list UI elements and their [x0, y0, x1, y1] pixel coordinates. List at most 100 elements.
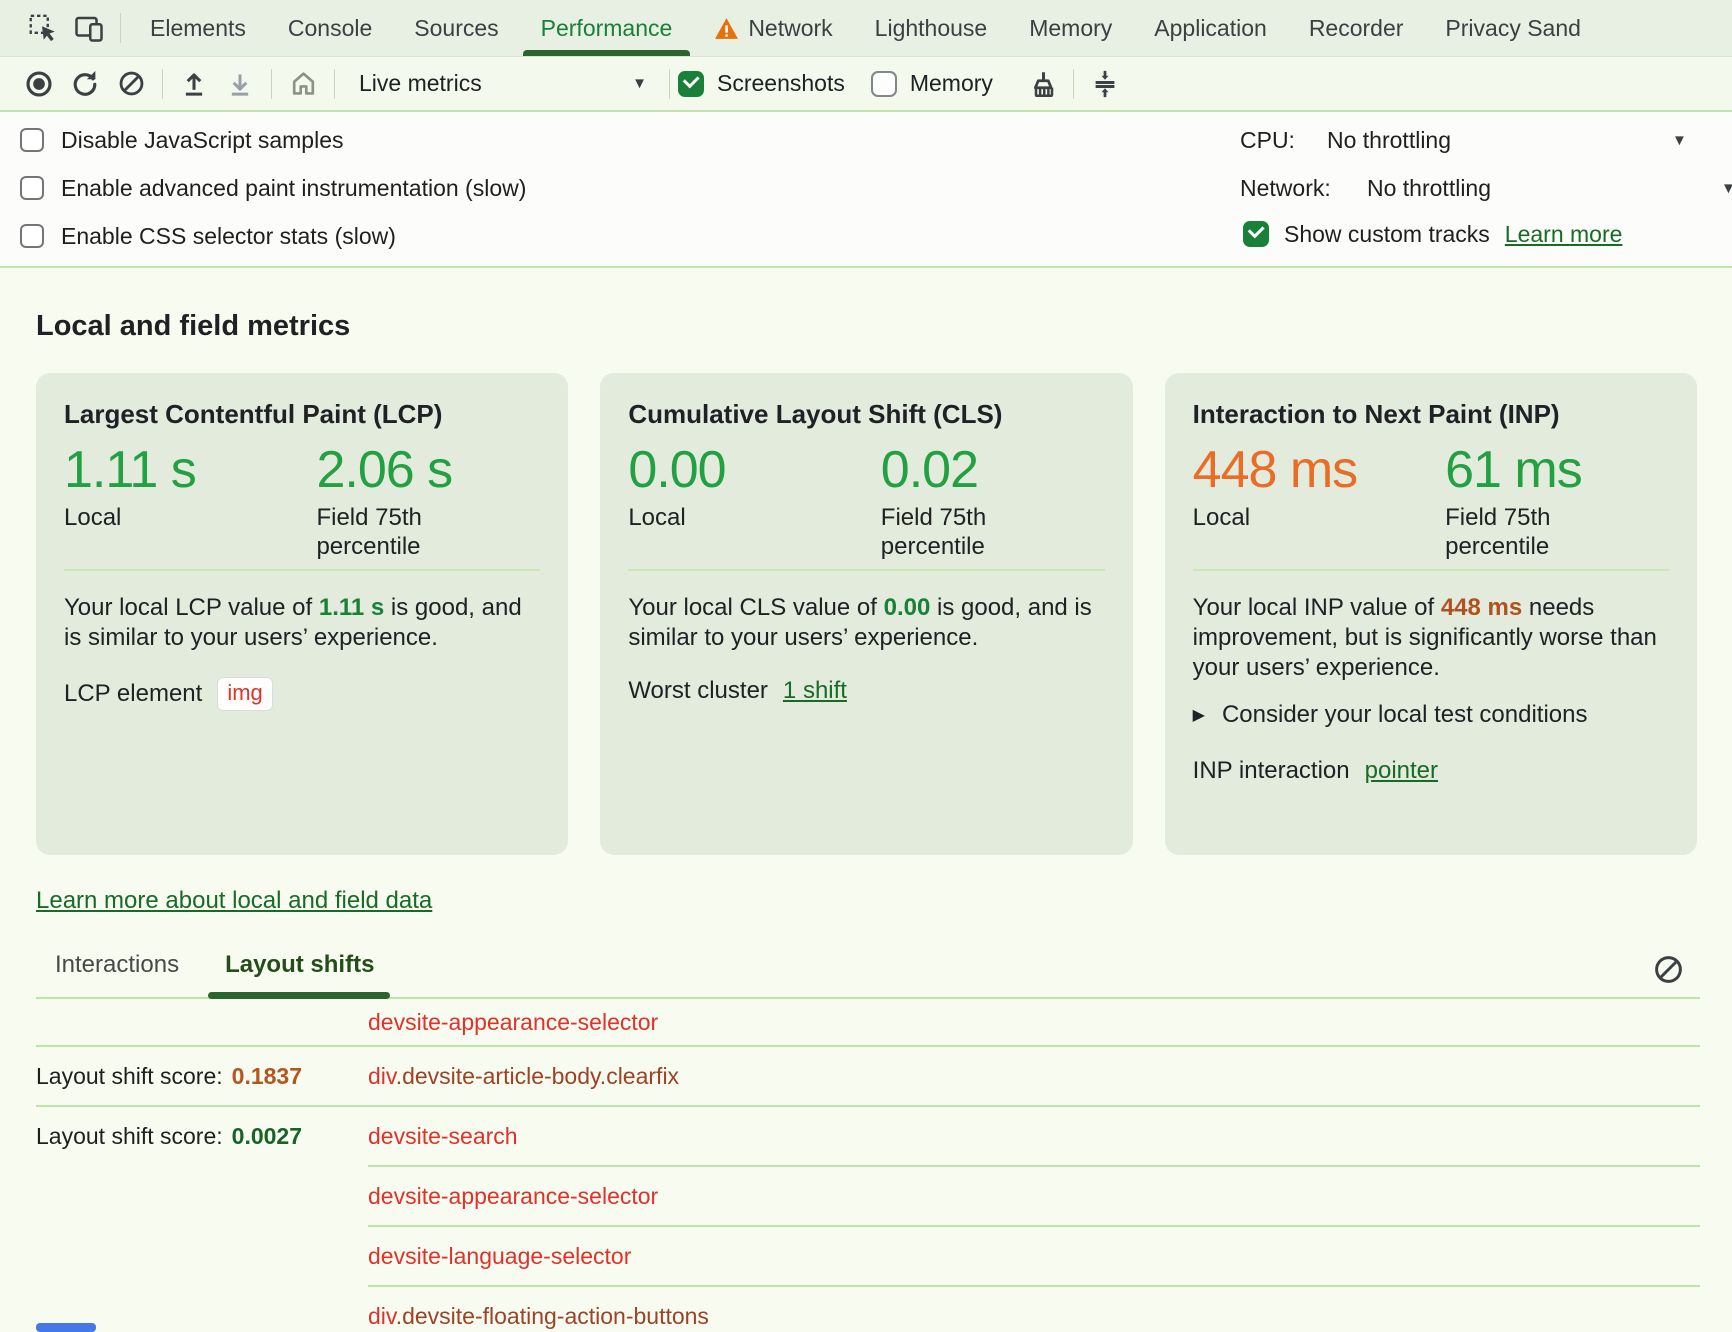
inspect-element-button[interactable] — [20, 5, 66, 51]
lcp-field-label: Field 75th percentile — [316, 503, 476, 561]
live-metrics-label: Live metrics — [359, 70, 482, 97]
gc-button[interactable] — [1019, 62, 1065, 106]
screenshots-checkbox[interactable] — [678, 71, 704, 97]
tab-console[interactable]: Console — [267, 0, 393, 56]
tab-memory[interactable]: Memory — [1008, 0, 1133, 56]
memory-checkbox[interactable] — [871, 71, 897, 97]
lcp-local-value: 1.11 s — [64, 441, 316, 499]
tab-lighthouse[interactable]: Lighthouse — [854, 0, 1009, 56]
inp-field-label: Field 75th percentile — [1445, 503, 1605, 561]
tab-performance[interactable]: Performance — [520, 0, 694, 56]
shift-node-link[interactable]: devsite-language-selector — [368, 1243, 631, 1270]
shift-score-cell: Layout shift score: 0.0027 — [36, 1123, 368, 1150]
home-button[interactable] — [280, 62, 326, 106]
device-toolbar-icon — [74, 13, 104, 43]
tab-label: Sources — [414, 15, 498, 42]
chevron-down-icon[interactable]: ▼ — [1672, 132, 1687, 149]
record-button[interactable] — [16, 62, 62, 106]
worst-cluster-link[interactable]: 1 shift — [783, 677, 847, 705]
tab-label: Memory — [1029, 15, 1112, 42]
horizontal-scrollbar-thumb[interactable] — [36, 1323, 96, 1332]
shift-node-link[interactable]: devsite-search — [368, 1123, 518, 1150]
tab-label: Application — [1154, 15, 1267, 42]
memory-label: Memory — [910, 70, 993, 97]
inp-description: Your local INP value of 448 ms needs imp… — [1193, 593, 1669, 683]
tab-network[interactable]: Network — [693, 0, 853, 56]
metric-cards: Largest Contentful Paint (LCP) 1.11 s Lo… — [36, 373, 1697, 855]
tab-privacy-sandbox[interactable]: Privacy Sand — [1424, 0, 1602, 56]
layout-shift-row: Layout shift score: 0.1837 div.devsite-a… — [36, 1047, 1700, 1105]
cpu-throttling-label-row: CPU: — [1240, 123, 1295, 157]
node-tag: div — [368, 1303, 396, 1329]
tab-label: Layout shifts — [225, 951, 374, 978]
css-selector-stats-checkbox[interactable] — [20, 224, 44, 248]
tab-interactions[interactable]: Interactions — [55, 951, 179, 997]
consider-local-conditions-expander[interactable]: ▶ Consider your local test conditions — [1193, 701, 1669, 729]
cpu-value: No throttling — [1327, 127, 1451, 154]
score-value: 0.0027 — [232, 1123, 302, 1150]
option-label: Enable advanced paint instrumentation (s… — [61, 175, 526, 202]
inp-interaction-link[interactable]: pointer — [1365, 757, 1438, 785]
upload-profile-button[interactable] — [171, 62, 217, 106]
card-divider — [64, 569, 540, 571]
chevron-down-icon: ▼ — [632, 75, 647, 92]
advanced-paint-option[interactable]: Enable advanced paint instrumentation (s… — [20, 171, 526, 205]
screenshots-label: Screenshots — [717, 70, 845, 97]
desc-value: 448 ms — [1441, 594, 1522, 621]
inp-field-value: 61 ms — [1445, 441, 1669, 499]
toolbar-separator — [334, 69, 335, 99]
disable-js-samples-option[interactable]: Disable JavaScript samples — [20, 123, 344, 157]
cls-local-label: Local — [628, 503, 788, 532]
upload-icon — [180, 70, 208, 98]
clear-button[interactable] — [108, 62, 154, 106]
lcp-field-value: 2.06 s — [316, 441, 540, 499]
disable-js-samples-checkbox[interactable] — [20, 128, 44, 152]
tab-sources[interactable]: Sources — [393, 0, 519, 56]
network-label: Network: — [1240, 175, 1331, 202]
devtools-tabbar: Elements Console Sources Performance Net… — [0, 0, 1732, 57]
desc-text: Your local INP value of — [1193, 594, 1441, 621]
lcp-element-node-link[interactable]: img — [217, 677, 272, 711]
capture-settings-panel: Disable JavaScript samples Enable advanc… — [0, 112, 1732, 268]
css-selector-stats-option[interactable]: Enable CSS selector stats (slow) — [20, 219, 396, 253]
record-and-reload-button[interactable] — [62, 62, 108, 106]
network-throttling-select[interactable]: No throttling — [1367, 171, 1491, 205]
toolbar-separator — [271, 69, 272, 99]
desc-text: Your local CLS value of — [628, 594, 883, 621]
shift-node-link[interactable]: div.devsite-article-body.clearfix — [368, 1063, 679, 1090]
layout-shift-row: div.devsite-floating-action-buttons — [36, 1287, 1700, 1332]
tab-application[interactable]: Application — [1133, 0, 1288, 56]
cpu-throttling-select[interactable]: No throttling — [1327, 123, 1451, 157]
cls-card: Cumulative Layout Shift (CLS) 0.00 Local… — [600, 373, 1132, 855]
inp-local-label: Local — [1193, 503, 1353, 532]
shift-node-link[interactable]: devsite-appearance-selector — [368, 1183, 658, 1210]
network-throttling-label-row: Network: — [1240, 171, 1331, 205]
cpu-label: CPU: — [1240, 127, 1295, 154]
shift-score-cell: Layout shift score: 0.1837 — [36, 1063, 368, 1090]
local-field-data-learn-more-link[interactable]: Learn more about local and field data — [36, 887, 432, 914]
layout-shift-row: Layout shift score: 0.0027 devsite-searc… — [36, 1107, 1700, 1165]
live-metrics-dropdown[interactable]: Live metrics ▼ — [343, 62, 661, 106]
collapse-sections-button[interactable] — [1082, 62, 1128, 106]
shift-node-link[interactable]: devsite-appearance-selector — [368, 1009, 658, 1036]
chevron-down-icon[interactable]: ▼ — [1721, 180, 1732, 197]
clear-log-button[interactable] — [1653, 954, 1684, 985]
download-profile-button[interactable] — [217, 62, 263, 106]
layout-shift-row: devsite-appearance-selector — [36, 999, 1700, 1045]
custom-tracks-learn-more-link[interactable]: Learn more — [1505, 221, 1623, 248]
disclosure-triangle-icon: ▶ — [1193, 705, 1205, 725]
show-custom-tracks-checkbox[interactable] — [1243, 221, 1269, 247]
tab-label: Interactions — [55, 951, 179, 978]
tab-recorder[interactable]: Recorder — [1288, 0, 1425, 56]
block-icon — [118, 70, 145, 97]
device-toolbar-button[interactable] — [66, 5, 112, 51]
tab-elements[interactable]: Elements — [129, 0, 267, 56]
devtools-window: Elements Console Sources Performance Net… — [0, 0, 1732, 1332]
inp-card: Interaction to Next Paint (INP) 448 ms L… — [1165, 373, 1697, 855]
live-metrics-log-panel: Interactions Layout shifts devsite-appea… — [36, 915, 1700, 1332]
shift-node-link[interactable]: div.devsite-floating-action-buttons — [368, 1303, 709, 1330]
page-title: Local and field metrics — [36, 310, 1732, 343]
tab-layout-shifts[interactable]: Layout shifts — [225, 951, 374, 997]
toolbar-separator — [162, 69, 163, 99]
advanced-paint-checkbox[interactable] — [20, 176, 44, 200]
